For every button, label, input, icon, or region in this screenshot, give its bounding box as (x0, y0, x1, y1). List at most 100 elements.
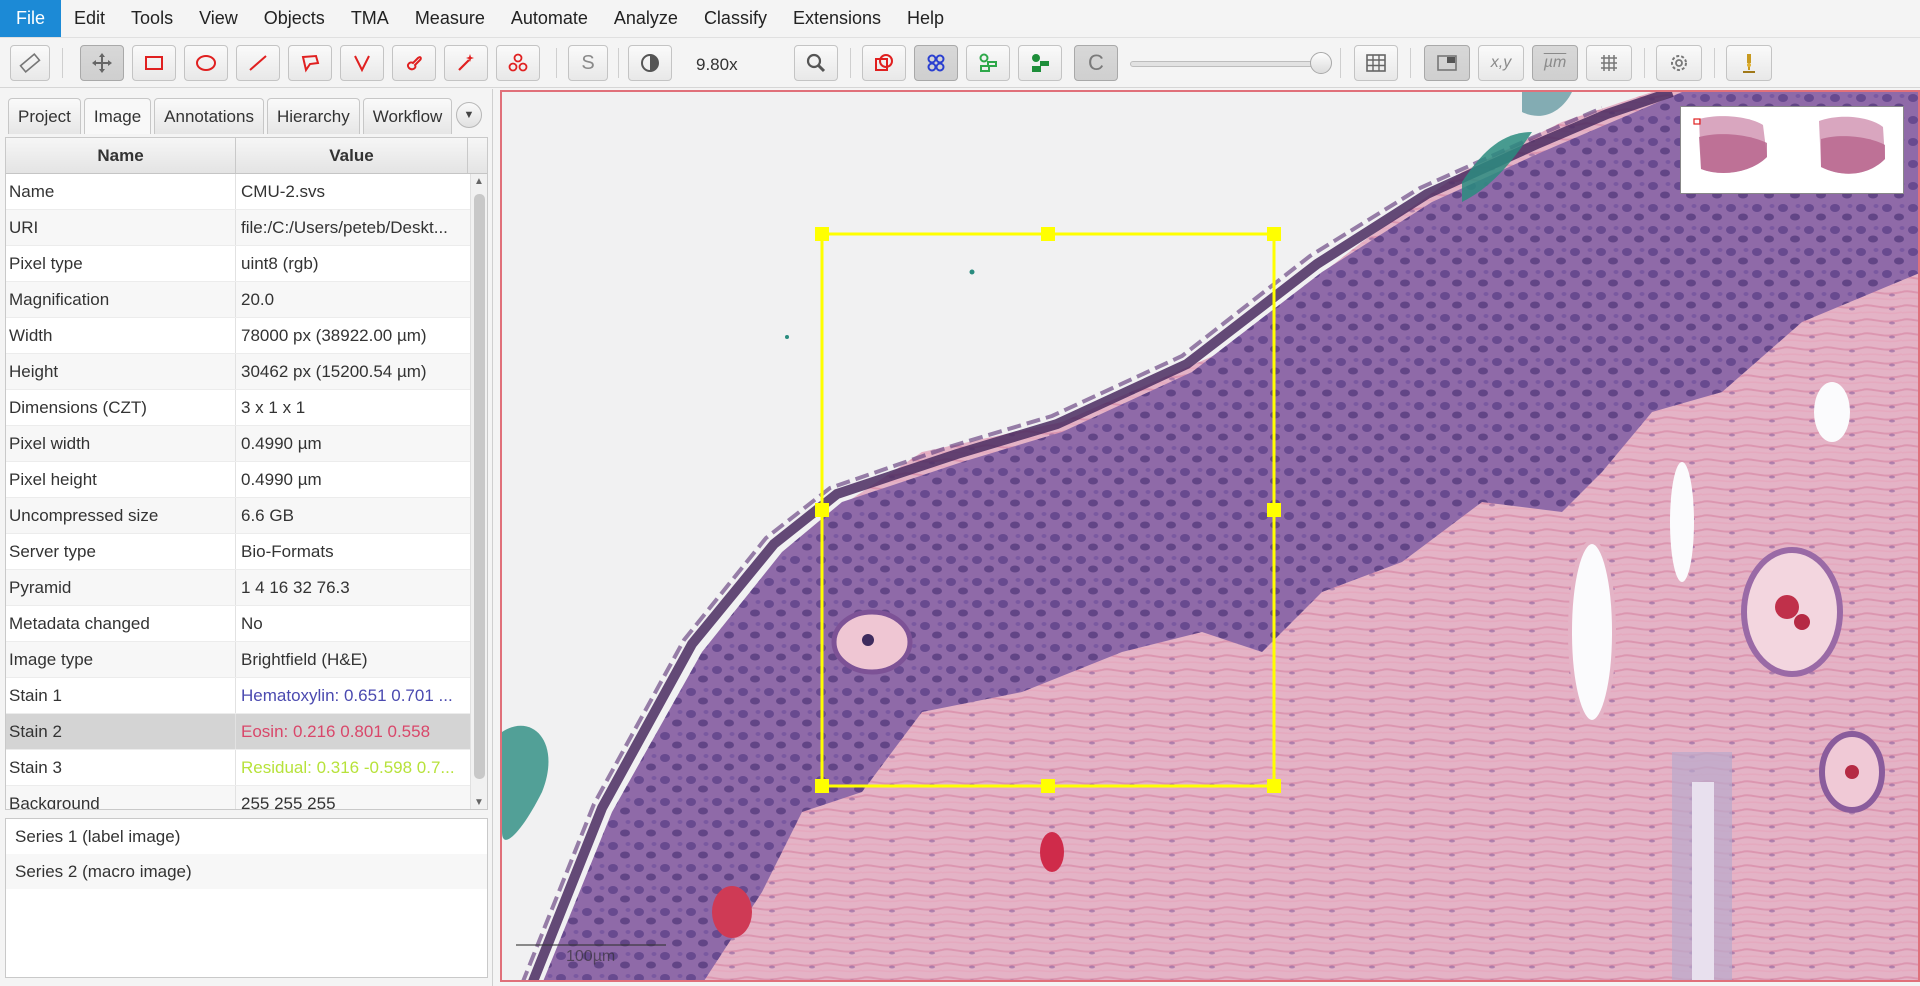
log-viewer-button[interactable] (1726, 45, 1772, 81)
table-body: Name CMU-2.svs URI file:/C:/Users/peteb/Des… (6, 174, 487, 809)
image-properties-table: Name Value Name CMU-2.svs URI file:/C:/User… (5, 137, 488, 810)
analysis-panel: Project Image Annotations Hierarchy Workflow… (0, 89, 493, 986)
menu-extensions[interactable]: Extensions (780, 0, 894, 37)
opacity-slider-knob[interactable] (1310, 52, 1332, 74)
table-scrollbar[interactable]: ▲ ▼ (470, 174, 487, 809)
menu-objects[interactable]: Objects (251, 0, 338, 37)
property-name: URI (6, 210, 236, 245)
selection-mode-button[interactable]: S (568, 45, 608, 81)
tab-image[interactable]: Image (83, 98, 152, 134)
tab-workflow[interactable]: Workflow (362, 98, 453, 134)
menu-automate[interactable]: Automate (498, 0, 601, 37)
property-value: 1 4 16 32 76.3 (241, 577, 350, 597)
menu-classify[interactable]: Classify (691, 0, 780, 37)
table-row[interactable]: Pyramid 1 4 16 32 76.3 (6, 570, 487, 606)
move-icon (92, 53, 112, 73)
table-row[interactable]: Stain 3 Residual: 0.316 -0.598 0.7... (6, 750, 487, 786)
measurement-table-button[interactable] (1354, 45, 1398, 81)
line-icon (249, 55, 267, 71)
table-row[interactable]: Image type Brightfield (H&E) (6, 642, 487, 678)
move-tool-button[interactable] (80, 45, 124, 81)
wand-tool-button[interactable] (444, 45, 488, 81)
table-row[interactable]: Server type Bio-Formats (6, 534, 487, 570)
points-tool-button[interactable] (496, 45, 540, 81)
show-annotations-button[interactable] (862, 45, 906, 81)
table-row[interactable]: Dimensions (CZT) 3 x 1 x 1 (6, 390, 487, 426)
column-header-name[interactable]: Name (6, 138, 236, 173)
menu-measure[interactable]: Measure (402, 0, 498, 37)
table-row[interactable]: Pixel type uint8 (rgb) (6, 246, 487, 282)
scroll-down-icon[interactable]: ▼ (474, 797, 484, 808)
scroll-up-icon[interactable]: ▲ (474, 176, 484, 187)
property-name: Height (6, 354, 236, 389)
table-row[interactable]: Uncompressed size 6.6 GB (6, 498, 487, 534)
table-row[interactable]: Background 255 255 255 (6, 786, 487, 809)
property-value: 0.4990 µm (241, 469, 322, 489)
line-tool-button[interactable] (236, 45, 280, 81)
ellipse-icon (196, 55, 216, 71)
menu-file[interactable]: File (0, 0, 62, 37)
show-grid-button[interactable] (1586, 45, 1632, 81)
menu-tma[interactable]: TMA (338, 0, 402, 37)
table-row[interactable]: Magnification 20.0 (6, 282, 487, 318)
property-name: Dimensions (CZT) (6, 390, 236, 425)
property-value: 3 x 1 x 1 (241, 397, 306, 417)
property-name: Name (6, 174, 236, 209)
annotations-icon (875, 54, 893, 71)
series-list: Series 1 (label image) Series 2 (macro im… (5, 818, 488, 978)
table-row[interactable]: Pixel width 0.4990 µm (6, 426, 487, 462)
table-row[interactable]: Stain 2 Eosin: 0.216 0.801 0.558 (6, 714, 487, 750)
panel-tabs: Project Image Annotations Hierarchy Workflow (8, 98, 453, 134)
show-overview-button[interactable] (1424, 45, 1470, 81)
table-row[interactable]: Stain 1 Hematoxylin: 0.651 0.701 ... (6, 678, 487, 714)
property-name: Image type (6, 642, 236, 677)
show-scalebar-button[interactable]: µm (1532, 45, 1578, 81)
show-detections-button[interactable] (966, 45, 1010, 81)
table-row[interactable]: URI file:/C:/Users/peteb/Deskt... (6, 210, 487, 246)
toolbar: S 9.80x C x,y µm (0, 38, 1920, 88)
list-item[interactable]: Series 1 (label image) (6, 819, 487, 854)
table-row[interactable]: Width 78000 px (38922.00 µm) (6, 318, 487, 354)
table-row[interactable]: Metadata changed No (6, 606, 487, 642)
menu-view[interactable]: View (186, 0, 251, 37)
brush-tool-button[interactable] (392, 45, 436, 81)
preferences-button[interactable] (1656, 45, 1702, 81)
column-header-value[interactable]: Value (236, 138, 468, 173)
zoom-to-fit-button[interactable] (794, 45, 838, 81)
property-value: No (241, 613, 263, 633)
menu-tools[interactable]: Tools (118, 0, 186, 37)
table-row[interactable]: Name CMU-2.svs (6, 174, 487, 210)
tab-hierarchy[interactable]: Hierarchy (266, 98, 360, 134)
tab-project[interactable]: Project (8, 98, 81, 134)
polyline-tool-button[interactable] (340, 45, 384, 81)
brightness-contrast-button[interactable] (628, 45, 672, 81)
property-name: Server type (6, 534, 236, 569)
scalebar: 100µm (516, 930, 666, 970)
tab-annotations[interactable]: Annotations (154, 98, 264, 134)
show-cursor-location-button[interactable]: x,y (1478, 45, 1524, 81)
property-value: 30462 px (15200.54 µm) (241, 361, 427, 381)
table-header: Name Value (6, 138, 487, 174)
measure-ruler-icon[interactable] (10, 45, 50, 81)
overview-thumbnail[interactable] (1680, 106, 1904, 194)
rectangle-tool-button[interactable] (132, 45, 176, 81)
property-value: 20.0 (241, 289, 275, 309)
polygon-icon (301, 54, 320, 73)
fill-detections-button[interactable] (1018, 45, 1062, 81)
image-viewer[interactable]: 100µm (500, 90, 1920, 982)
more-tabs-button[interactable]: ▼ (456, 102, 482, 128)
ellipse-tool-button[interactable] (184, 45, 228, 81)
menu-edit[interactable]: Edit (61, 0, 118, 37)
property-name: Pixel width (6, 426, 236, 461)
list-item[interactable]: Series 2 (macro image) (6, 854, 487, 889)
menu-analyze[interactable]: Analyze (601, 0, 691, 37)
table-row[interactable]: Height 30462 px (15200.54 µm) (6, 354, 487, 390)
scrollbar-thumb[interactable] (474, 194, 485, 779)
show-classification-button[interactable]: C (1074, 45, 1118, 81)
table-row[interactable]: Pixel height 0.4990 µm (6, 462, 487, 498)
show-tma-grid-button[interactable] (914, 45, 958, 81)
scalebar-line (516, 944, 666, 946)
polygon-tool-button[interactable] (288, 45, 332, 81)
opacity-slider-track[interactable] (1130, 61, 1320, 67)
menu-help[interactable]: Help (894, 0, 957, 37)
